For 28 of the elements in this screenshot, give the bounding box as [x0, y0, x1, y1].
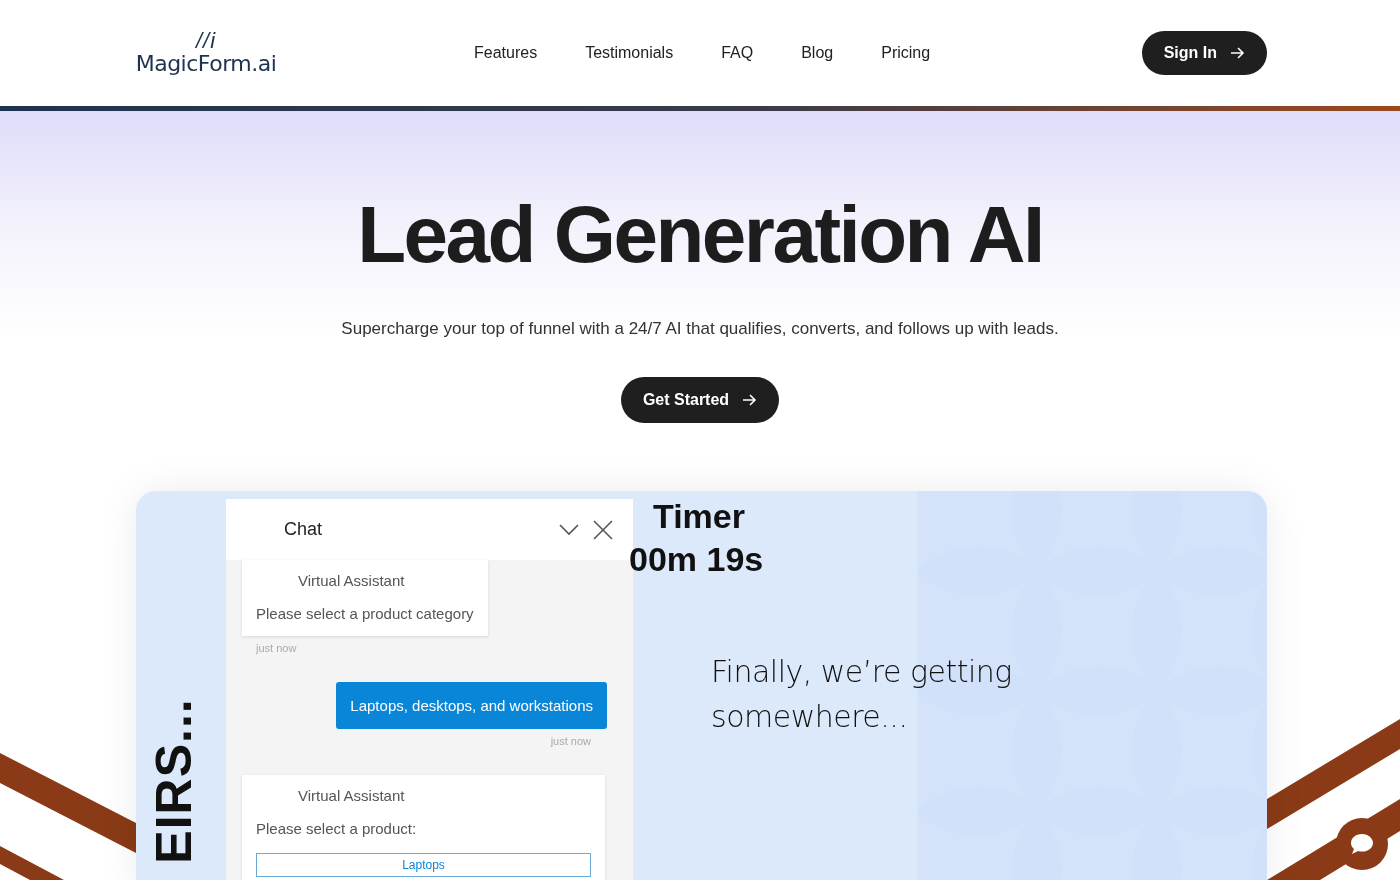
nav-link[interactable]: FAQ — [721, 44, 754, 62]
caption-text: Finally, we’re getting somewhere... — [711, 653, 1013, 736]
get-started-button[interactable]: Get Started — [620, 377, 780, 423]
logo[interactable]: //i MagicForm.ai — [136, 30, 276, 76]
speech-bubble-icon — [1349, 832, 1375, 856]
nav-link[interactable]: Features — [474, 44, 538, 62]
hero-title: Lead Generation AI — [357, 189, 1043, 281]
nav-link[interactable]: Blog — [801, 44, 834, 62]
arrow-right-icon — [1231, 47, 1245, 59]
message-time: just now — [254, 642, 298, 654]
sender-name: Virtual Assistant — [297, 787, 406, 804]
nav-link[interactable]: Pricing — [881, 44, 931, 62]
timer-label: Timer — [652, 497, 746, 536]
chat-title: Chat — [284, 519, 324, 540]
chevron-down-icon[interactable] — [559, 523, 579, 536]
close-icon[interactable] — [593, 519, 613, 540]
message-text: Please select a product: — [256, 820, 418, 837]
sender-name: Virtual Assistant — [297, 572, 406, 589]
message-time: just now — [549, 735, 592, 747]
product-select[interactable]: Laptops — [256, 853, 591, 877]
user-message: Laptops, desktops, and workstations — [336, 682, 607, 729]
sign-in-button[interactable]: Sign In — [1141, 31, 1267, 75]
hero-subtitle: Supercharge your top of funnel with a 24/7 AI that qualifies, converts, and follows up with leads. — [341, 319, 1059, 339]
vertical-heading: EIRS... — [145, 698, 202, 864]
message-text: Please select a product category — [256, 605, 474, 622]
nav-link[interactable]: Testimonials — [585, 44, 674, 62]
arrow-right-icon — [743, 394, 758, 406]
timer-value: 00m 19s — [629, 540, 765, 579]
